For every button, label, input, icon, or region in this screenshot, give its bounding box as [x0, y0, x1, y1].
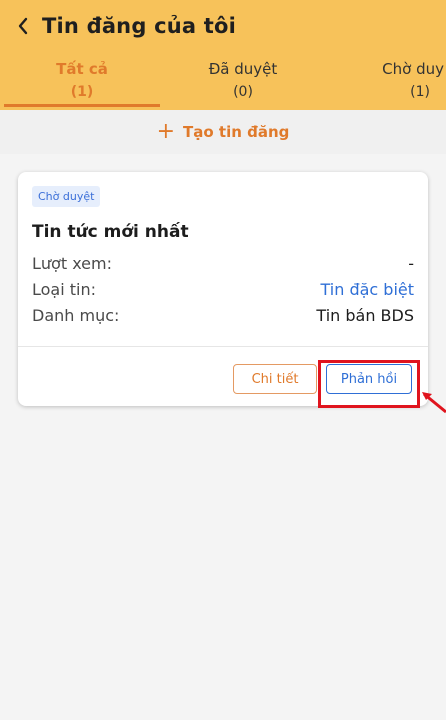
annotation-highlight-box: [318, 360, 420, 408]
create-post-label: Tạo tin đăng: [183, 123, 290, 141]
tab-count: (1): [70, 84, 94, 100]
tab-label: Đã duyệt: [208, 60, 278, 78]
create-post-button[interactable]: + Tạo tin đăng: [0, 110, 446, 154]
post-type-label: Loại tin:: [32, 280, 97, 299]
plus-icon: +: [156, 119, 176, 144]
page-title: Tin đăng của tôi: [42, 14, 237, 38]
post-type-value: Tin đặc biệt: [320, 280, 414, 299]
status-badge: Chờ duyệt: [32, 186, 101, 207]
status-tabs: Tất cả (1) Đã duyệt (0) Chờ duy (1): [0, 54, 446, 110]
tab-label: Chờ duy: [382, 60, 444, 78]
title-row: Tin đăng của tôi: [14, 14, 236, 38]
post-type-row: Loại tin: Tin đặc biệt: [32, 280, 414, 299]
views-label: Lượt xem:: [32, 254, 112, 273]
category-row: Danh mục: Tin bán BDS: [32, 306, 414, 325]
post-title: Tin tức mới nhất: [32, 222, 189, 242]
tab-count: (0): [233, 84, 253, 100]
annotation-arrow-icon: [422, 392, 446, 414]
chevron-left-icon[interactable]: [14, 15, 32, 37]
category-label: Danh mục:: [32, 306, 120, 325]
tab-all[interactable]: Tất cả (1): [2, 60, 162, 100]
tab-pending[interactable]: Chờ duy (1): [336, 60, 446, 100]
views-value: -: [408, 254, 414, 273]
detail-button[interactable]: Chi tiết: [233, 364, 317, 394]
tab-count: (1): [410, 84, 430, 100]
tab-label: Tất cả: [56, 60, 108, 78]
category-value: Tin bán BDS: [316, 306, 414, 325]
views-row: Lượt xem: -: [32, 254, 414, 273]
card-divider: [18, 346, 428, 347]
active-tab-indicator: [4, 104, 160, 107]
tab-approved[interactable]: Đã duyệt (0): [163, 60, 323, 100]
